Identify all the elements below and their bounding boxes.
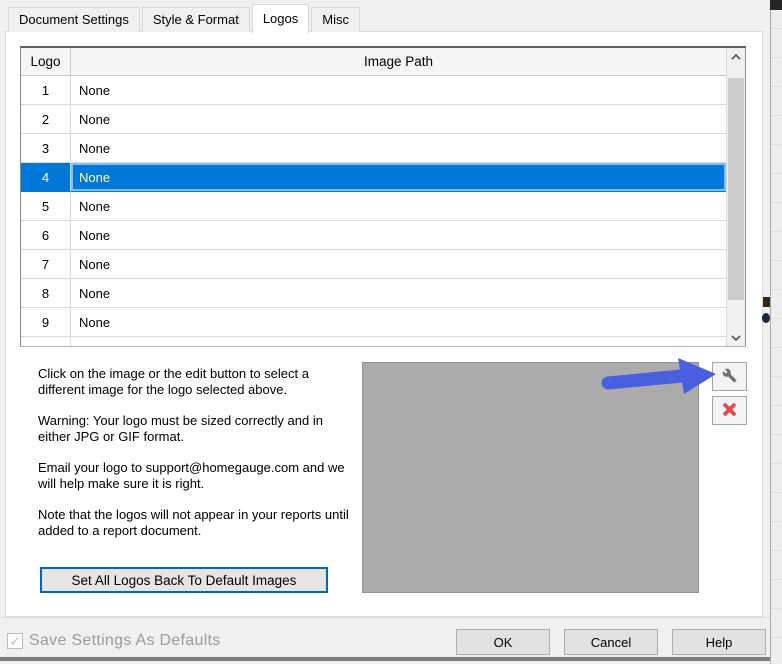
logo-image-preview[interactable] (362, 362, 699, 593)
background-artifact (763, 297, 770, 307)
scroll-up-arrow-icon[interactable] (727, 48, 745, 65)
background-right-strip (771, 0, 782, 664)
save-defaults-label: Save Settings As Defaults (29, 632, 221, 649)
tab-misc[interactable]: Misc (311, 7, 360, 32)
set-all-logos-default-button[interactable]: Set All Logos Back To Default Images (40, 567, 328, 593)
edit-logo-button[interactable] (712, 362, 747, 391)
delete-logo-button[interactable] (712, 396, 747, 425)
image-path-cell (71, 337, 726, 346)
table-row-partial (21, 337, 726, 346)
logos-settings-dialog: Document Settings Style & Format Logos M… (0, 0, 782, 664)
table-row[interactable]: 9 None (21, 308, 726, 337)
image-path-cell: None (71, 105, 726, 134)
image-path-cell: None (71, 134, 726, 163)
logo-table-body: Logo Image Path 1 None 2 None 3 None 4 N… (21, 48, 726, 346)
logo-number-cell: 3 (21, 134, 71, 163)
logo-number-cell (21, 337, 71, 346)
table-row[interactable]: 6 None (21, 221, 726, 250)
logo-number-cell: 1 (21, 76, 71, 105)
background-artifact (762, 313, 770, 323)
table-row[interactable]: 5 None (21, 192, 726, 221)
logo-column-header: Logo (21, 48, 71, 76)
logo-number-cell: 4 (21, 163, 71, 192)
checkmark-icon: ✓ (9, 633, 21, 649)
image-path-cell: None (71, 76, 726, 105)
instruction-note: Note that the logos will not appear in y… (38, 507, 349, 538)
tab-bar: Document Settings Style & Format Logos M… (8, 4, 362, 33)
logo-number-cell: 8 (21, 279, 71, 308)
image-path-cell: None (71, 163, 726, 192)
logo-number-cell: 7 (21, 250, 71, 279)
red-x-icon (722, 402, 737, 420)
image-path-cell: None (71, 279, 726, 308)
logo-number-cell: 2 (21, 105, 71, 134)
scrollbar-thumb[interactable] (728, 78, 744, 300)
cancel-button[interactable]: Cancel (564, 629, 658, 655)
scroll-down-arrow-icon[interactable] (727, 329, 745, 346)
instruction-email: Email your logo to support@homegauge.com… (38, 460, 345, 491)
instruction-text: Click on the image or the edit button to… (38, 366, 354, 554)
background-dark-corner (770, 0, 782, 10)
logo-table: Logo Image Path 1 None 2 None 3 None 4 N… (20, 46, 746, 347)
table-row-selected[interactable]: 4 None (21, 163, 726, 192)
help-button[interactable]: Help (672, 629, 766, 655)
table-row[interactable]: 2 None (21, 105, 726, 134)
save-defaults-checkbox[interactable]: ✓ (7, 633, 23, 649)
tab-logos[interactable]: Logos (251, 4, 310, 33)
tab-document-settings[interactable]: Document Settings (8, 7, 140, 32)
table-row[interactable]: 8 None (21, 279, 726, 308)
logo-number-cell: 5 (21, 192, 71, 221)
table-row[interactable]: 7 None (21, 250, 726, 279)
image-path-cell: None (71, 192, 726, 221)
logo-number-cell: 6 (21, 221, 71, 250)
image-path-cell: None (71, 308, 726, 337)
image-path-cell: None (71, 221, 726, 250)
table-row[interactable]: 1 None (21, 76, 726, 105)
table-header-row: Logo Image Path (21, 48, 726, 76)
window-bottom-border (0, 657, 770, 661)
image-path-column-header: Image Path (71, 48, 726, 76)
table-row[interactable]: 3 None (21, 134, 726, 163)
instruction-paragraph: Click on the image or the edit button to… (38, 366, 309, 397)
ok-button[interactable]: OK (456, 629, 550, 655)
table-vertical-scrollbar[interactable] (726, 48, 745, 346)
instruction-warning: Warning: Your logo must be sized correct… (38, 413, 323, 444)
logo-number-cell: 9 (21, 308, 71, 337)
wrench-icon (722, 368, 737, 386)
tab-style-format[interactable]: Style & Format (141, 7, 250, 32)
image-path-cell: None (71, 250, 726, 279)
